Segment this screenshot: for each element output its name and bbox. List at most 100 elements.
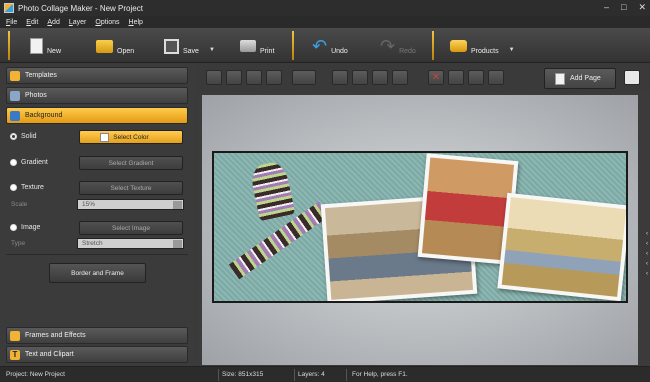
canvas-area: ✕ Add Page ‹ ‹ ‹ ‹ ‹ xyxy=(198,64,650,366)
products-label: Products xyxy=(471,47,499,55)
collage-photo-boy[interactable] xyxy=(497,192,626,301)
new-button[interactable]: New xyxy=(30,32,61,60)
texture-radio[interactable] xyxy=(10,184,17,191)
texture-label: Texture xyxy=(21,184,44,191)
save-label: Save xyxy=(183,47,199,55)
gradient-radio[interactable] xyxy=(10,159,17,166)
rotate-right-icon[interactable] xyxy=(392,70,408,85)
section-background[interactable]: Background xyxy=(6,107,188,124)
chevron-left-icon[interactable]: ‹ xyxy=(646,251,648,257)
undo-button[interactable]: ↶ Undo xyxy=(312,32,348,60)
select-image-button[interactable]: Select Image xyxy=(79,221,183,235)
bring-front-icon[interactable] xyxy=(206,70,222,85)
undo-label: Undo xyxy=(331,47,348,55)
minimize-icon[interactable]: – xyxy=(604,2,609,13)
solid-radio[interactable] xyxy=(10,133,17,140)
solid-option[interactable]: Solid xyxy=(10,133,37,140)
section-templates[interactable]: Templates xyxy=(6,67,188,84)
color-swatch xyxy=(100,132,109,142)
chevron-left-icon[interactable]: ‹ xyxy=(646,261,648,267)
section-label: Templates xyxy=(25,72,57,79)
status-size: Size: 851x315 xyxy=(222,371,264,378)
products-button[interactable]: Products ▼ xyxy=(450,32,515,60)
crop-icon[interactable] xyxy=(448,70,464,85)
save-button[interactable]: Save ▼ xyxy=(164,32,215,60)
send-back-icon[interactable] xyxy=(266,70,282,85)
gradient-option[interactable]: Gradient xyxy=(10,159,48,166)
bring-forward-icon[interactable] xyxy=(226,70,242,85)
main-toolbar: New Open Save ▼ Print ↶ Undo ↷ Redo Prod… xyxy=(0,28,650,63)
chevron-left-icon[interactable]: ‹ xyxy=(646,241,648,247)
text-icon: T xyxy=(10,349,20,360)
maximize-icon[interactable]: □ xyxy=(621,2,626,13)
gradient-label: Gradient xyxy=(21,159,48,166)
chevron-left-icon[interactable]: ‹ xyxy=(646,231,648,237)
select-color-label: Select Color xyxy=(113,133,149,141)
select-color-button[interactable]: Select Color xyxy=(79,130,183,144)
type-select[interactable]: Stretch xyxy=(77,238,184,249)
select-image-label: Select Image xyxy=(112,224,150,232)
chevron-down-icon[interactable] xyxy=(173,201,182,209)
send-backward-icon[interactable] xyxy=(246,70,262,85)
menu-help[interactable]: Help xyxy=(129,19,143,26)
collage-page[interactable] xyxy=(212,151,628,303)
status-layers: Layers: 4 xyxy=(298,371,325,378)
print-label: Print xyxy=(260,47,275,55)
chevron-down-icon[interactable] xyxy=(173,240,182,248)
select-texture-label: Select Texture xyxy=(110,184,152,192)
section-label: Text and Clipart xyxy=(25,351,74,358)
menu-layer[interactable]: Layer xyxy=(69,19,87,26)
border-frame-label: Border and Frame xyxy=(71,269,124,277)
chevron-down-icon[interactable]: ▼ xyxy=(509,47,515,53)
workspace xyxy=(202,95,638,365)
window-controls: – □ ✕ xyxy=(604,2,646,13)
scale-label: Scale xyxy=(11,201,28,208)
undo-arrow-icon: ↶ xyxy=(312,36,328,56)
align-icon[interactable] xyxy=(292,70,316,85)
status-help: For Help, press F1. xyxy=(352,371,408,378)
gear-icon[interactable] xyxy=(468,70,484,85)
chevron-down-icon[interactable]: ▼ xyxy=(209,47,215,53)
open-button[interactable]: Open xyxy=(96,32,134,60)
add-page-button[interactable]: Add Page xyxy=(544,68,616,89)
section-label: Photos xyxy=(25,92,47,99)
close-icon[interactable]: ✕ xyxy=(638,2,646,13)
vertical-scrollbar[interactable]: ‹ ‹ ‹ ‹ ‹ xyxy=(638,95,650,365)
toolbar-separator xyxy=(292,31,294,60)
bow-clipart[interactable] xyxy=(248,159,296,222)
redo-button[interactable]: ↷ Redo xyxy=(380,32,416,60)
page-settings-icon[interactable] xyxy=(624,70,640,85)
canvas-toolbar: ✕ Add Page xyxy=(198,64,650,92)
texture-option[interactable]: Texture xyxy=(10,184,44,191)
chevron-left-icon[interactable]: ‹ xyxy=(646,271,648,277)
select-gradient-button[interactable]: Select Gradient xyxy=(79,156,183,170)
flip-vertical-icon[interactable] xyxy=(352,70,368,85)
image-option[interactable]: Image xyxy=(10,224,40,231)
frames-icon xyxy=(10,330,20,341)
menu-edit[interactable]: Edit xyxy=(26,19,38,26)
section-text-clipart[interactable]: T Text and Clipart xyxy=(6,346,188,363)
menu-add[interactable]: Add xyxy=(47,19,59,26)
image-label: Image xyxy=(21,224,41,231)
flip-horizontal-icon[interactable] xyxy=(332,70,348,85)
products-box-icon xyxy=(450,40,467,52)
menu-file[interactable]: File xyxy=(6,19,17,26)
section-photos[interactable]: Photos xyxy=(6,87,188,104)
section-label: Background xyxy=(25,112,63,119)
scale-select[interactable]: 15% xyxy=(77,199,184,210)
delete-icon[interactable]: ✕ xyxy=(428,70,444,85)
select-gradient-label: Select Gradient xyxy=(108,159,154,167)
new-document-icon xyxy=(30,38,43,54)
section-frames-effects[interactable]: Frames and Effects xyxy=(6,327,188,344)
folder-icon xyxy=(96,39,113,53)
print-button[interactable]: Print xyxy=(240,32,274,60)
image-radio[interactable] xyxy=(10,224,17,231)
title-bar: Photo Collage Maker - New Project – □ ✕ xyxy=(0,0,650,16)
app-icon xyxy=(4,3,14,13)
menu-bar: File Edit Add Layer Options Help xyxy=(0,16,650,28)
lock-icon[interactable] xyxy=(488,70,504,85)
border-and-frame-button[interactable]: Border and Frame xyxy=(49,263,146,283)
rotate-left-icon[interactable] xyxy=(372,70,388,85)
menu-options[interactable]: Options xyxy=(95,19,119,26)
select-texture-button[interactable]: Select Texture xyxy=(79,181,183,195)
